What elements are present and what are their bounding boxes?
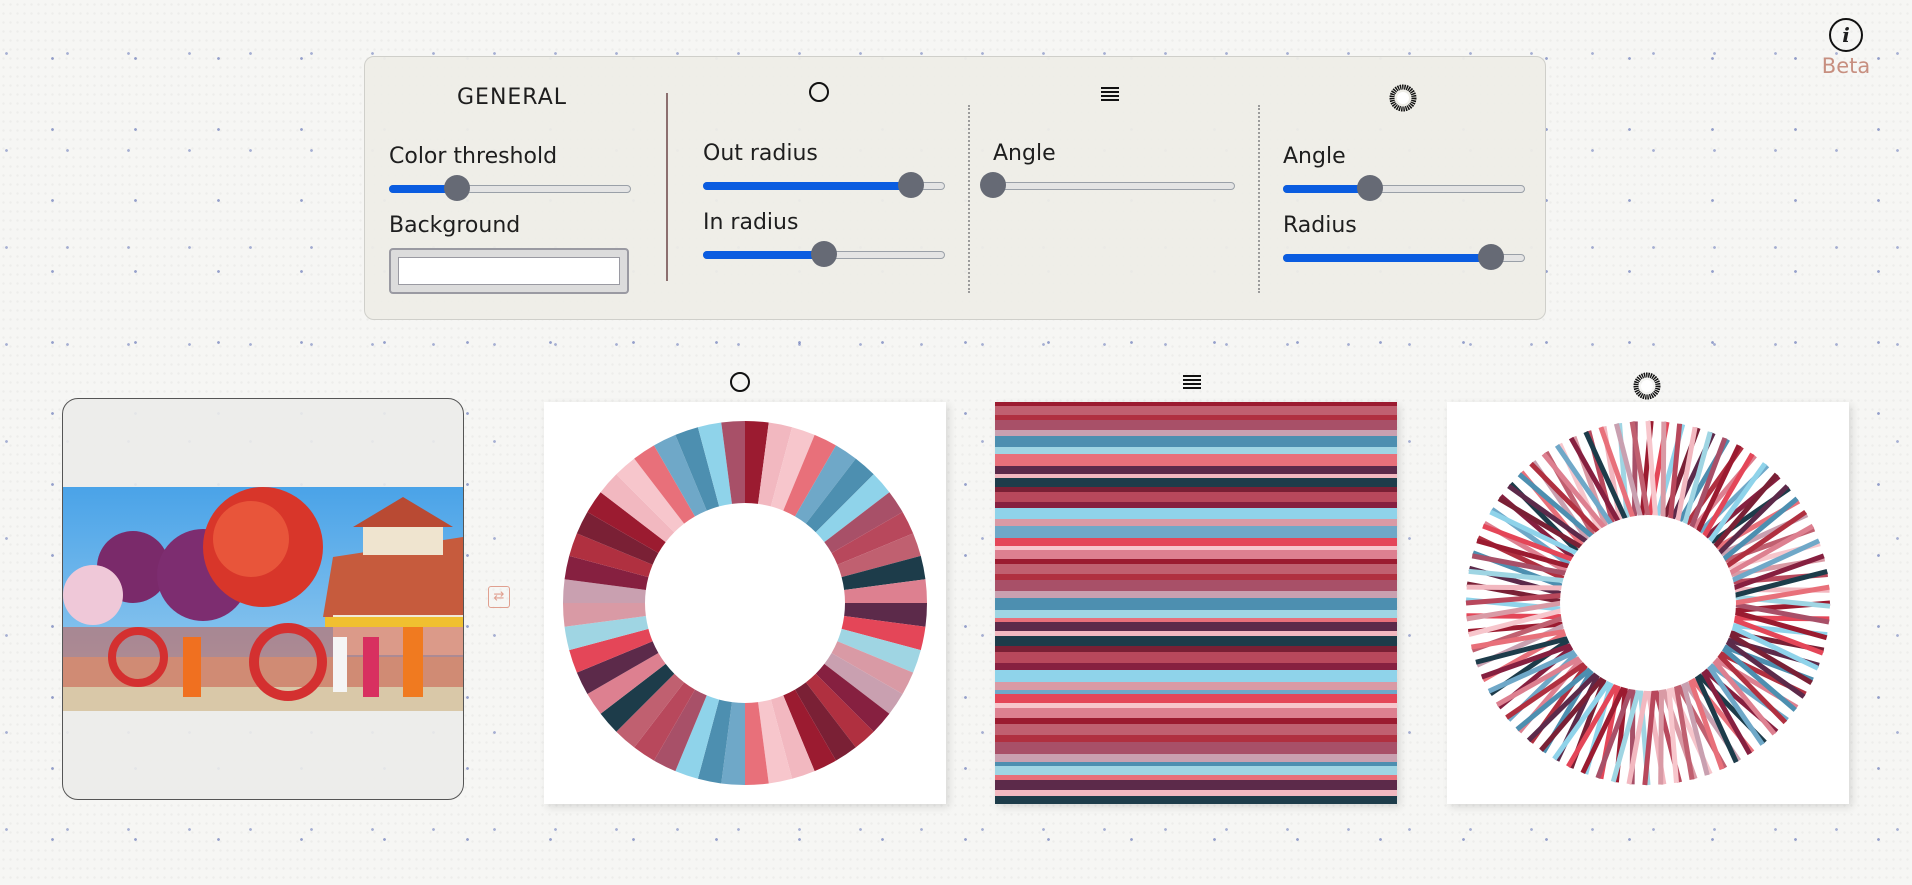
stripe	[995, 703, 1397, 708]
stripe	[995, 550, 1397, 559]
stripe	[995, 454, 1397, 466]
section-divider	[968, 105, 970, 293]
spiral-angle-slider[interactable]	[1283, 175, 1525, 205]
festival-photo	[63, 487, 463, 711]
section-divider	[1258, 105, 1260, 293]
slider-thumb[interactable]	[811, 241, 837, 267]
stripe	[995, 631, 1397, 636]
stripe	[995, 502, 1397, 508]
stripe	[995, 754, 1397, 762]
stripe	[995, 559, 1397, 564]
stripe	[995, 402, 1397, 406]
stripe	[995, 574, 1397, 580]
color-threshold-label: Color threshold	[389, 144, 558, 169]
stripe	[995, 790, 1397, 796]
info-area: i Beta	[1806, 18, 1886, 78]
controls-panel: GENERAL Color threshold Background Out r…	[364, 56, 1546, 320]
stripe	[995, 580, 1397, 591]
section-divider	[666, 93, 668, 281]
out-radius-label: Out radius	[703, 141, 818, 166]
slider-thumb[interactable]	[1357, 175, 1384, 201]
stripe	[995, 724, 1397, 735]
stripe	[995, 436, 1397, 447]
stripe	[995, 564, 1397, 574]
background-color-swatch[interactable]	[398, 257, 620, 285]
stripe	[995, 618, 1397, 622]
general-title: GENERAL	[457, 85, 568, 110]
stripe	[995, 646, 1397, 652]
info-icon[interactable]: i	[1829, 18, 1863, 52]
stripe	[995, 735, 1397, 742]
background-field[interactable]	[389, 248, 629, 294]
stripe	[995, 526, 1397, 538]
lines-output-card	[995, 402, 1397, 807]
stripe	[995, 508, 1397, 519]
stripe	[995, 766, 1397, 775]
in-radius-label: In radius	[703, 210, 799, 235]
slider-thumb[interactable]	[898, 172, 925, 198]
slider-thumb[interactable]	[1478, 244, 1505, 270]
spiral-center	[1560, 515, 1736, 691]
stripe	[995, 447, 1397, 454]
stripe	[995, 492, 1397, 502]
stripe	[995, 420, 1397, 430]
spiral-output-card	[1447, 402, 1849, 804]
slider-thumb[interactable]	[980, 172, 1006, 198]
stripe	[995, 610, 1397, 618]
lines-icon	[1183, 375, 1201, 391]
beta-label: Beta	[1821, 54, 1871, 78]
swap-icon[interactable]: ⇄	[488, 586, 510, 608]
color-threshold-slider[interactable]	[389, 175, 631, 205]
background-label: Background	[389, 213, 521, 238]
circle-icon	[809, 82, 829, 102]
spiral-radius-slider[interactable]	[1283, 244, 1525, 274]
lines-angle-label: Angle	[993, 141, 1056, 166]
lines-icon	[1101, 87, 1119, 103]
stripe	[995, 663, 1397, 670]
source-image-frame[interactable]	[62, 398, 464, 800]
stripe	[995, 780, 1397, 790]
spiral-radius-label: Radius	[1283, 213, 1357, 238]
stripe	[995, 538, 1397, 546]
stripe	[995, 622, 1397, 631]
stripe	[995, 762, 1397, 766]
donut-chart	[563, 421, 927, 785]
stripe	[995, 474, 1397, 478]
in-radius-slider[interactable]	[703, 241, 945, 271]
stripe	[995, 652, 1397, 663]
spiral-icon	[1633, 372, 1661, 400]
stripe	[995, 670, 1397, 682]
spiral-angle-label: Angle	[1283, 144, 1346, 169]
stripe	[995, 690, 1397, 694]
stripe	[995, 478, 1397, 487]
slider-thumb[interactable]	[443, 175, 470, 201]
stripe	[995, 775, 1397, 780]
stripe	[995, 406, 1397, 415]
stripe	[995, 466, 1397, 474]
stripe	[995, 636, 1397, 646]
stripe	[995, 742, 1397, 754]
stripe	[995, 415, 1397, 420]
circle-icon	[730, 372, 750, 392]
stripe	[995, 598, 1397, 610]
stripe	[995, 519, 1397, 526]
spiral-chart	[1465, 420, 1831, 786]
stripes-chart	[995, 402, 1397, 807]
stripe	[995, 718, 1397, 724]
stripe	[995, 682, 1397, 690]
lines-angle-slider[interactable]	[980, 172, 1235, 202]
stripe	[995, 708, 1397, 718]
spiral-icon	[1389, 84, 1417, 112]
stripe	[995, 430, 1397, 436]
out-radius-slider[interactable]	[703, 172, 945, 202]
circle-output-card	[544, 402, 946, 804]
stripe	[995, 796, 1397, 807]
stripe	[995, 546, 1397, 550]
stripe	[995, 487, 1397, 492]
stripe	[995, 591, 1397, 598]
stripe	[995, 694, 1397, 703]
